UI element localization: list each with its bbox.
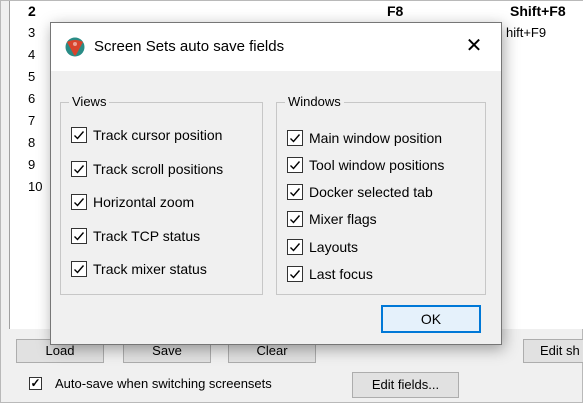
check-icon (74, 232, 85, 241)
check-icon (290, 188, 301, 197)
list-key-shift-f8: Shift+F8 (510, 3, 566, 19)
list-row-number: 2 (28, 3, 36, 19)
check-icon (290, 134, 301, 143)
check-icon (290, 270, 301, 279)
check-icon (74, 265, 85, 274)
checkbox-label: Track mixer status (93, 261, 207, 277)
windows-group: Windows Main window position Tool window… (276, 94, 486, 295)
checkbox-box[interactable] (287, 239, 303, 255)
check-icon (74, 165, 85, 174)
ok-button[interactable]: OK (381, 305, 481, 333)
checkbox-label: Horizontal zoom (93, 194, 195, 210)
dialog-title: Screen Sets auto save fields (94, 38, 285, 55)
check-icon (74, 131, 85, 140)
checkbox-label: Track scroll positions (93, 161, 224, 177)
dialog-titlebar[interactable]: Screen Sets auto save fields ✕ (51, 23, 501, 71)
checkbox-box[interactable] (287, 266, 303, 282)
check-icon (74, 198, 85, 207)
checkbox-box[interactable] (71, 228, 87, 244)
list-key-f8: F8 (387, 3, 404, 19)
list-key-shift-f9: hift+F9 (506, 25, 547, 40)
edit-shortcut-button[interactable]: Edit sh (523, 339, 583, 363)
checkbox-box[interactable] (71, 161, 87, 177)
checkbox-label: Main window position (309, 130, 443, 146)
checkbox-label: Tool window positions (309, 157, 445, 173)
views-group: Views Track cursor position Track scroll… (60, 94, 263, 295)
checkbox-box[interactable] (287, 130, 303, 146)
check-icon (290, 161, 301, 170)
checkbox-label: Track TCP status (93, 228, 201, 244)
reaper-logo-icon (65, 37, 85, 57)
checkbox-label: Mixer flags (309, 211, 377, 227)
edit-fields-button[interactable]: Edit fields... (352, 372, 459, 398)
checkbox-box[interactable] (287, 184, 303, 200)
checkbox-label: Layouts (309, 239, 359, 255)
windows-group-title: Windows (285, 94, 344, 110)
checkbox-label: Track cursor position (93, 127, 223, 143)
autosave-label: Auto-save when switching screensets (55, 376, 272, 391)
checkbox-box[interactable] (71, 261, 87, 277)
checkbox-label: Docker selected tab (309, 184, 433, 200)
checkbox-box[interactable] (71, 127, 87, 143)
check-icon (290, 215, 301, 224)
close-icon[interactable]: ✕ (461, 35, 487, 59)
checkbox-box[interactable] (287, 157, 303, 173)
check-icon (290, 243, 301, 252)
autosave-checkbox[interactable]: ✓ (29, 377, 42, 390)
autosave-fields-dialog: Screen Sets auto save fields ✕ Views Tra… (50, 22, 502, 345)
checkbox-box[interactable] (71, 194, 87, 210)
checkbox-box[interactable] (287, 211, 303, 227)
views-group-title: Views (69, 94, 110, 110)
checkbox-label: Last focus (309, 266, 373, 282)
